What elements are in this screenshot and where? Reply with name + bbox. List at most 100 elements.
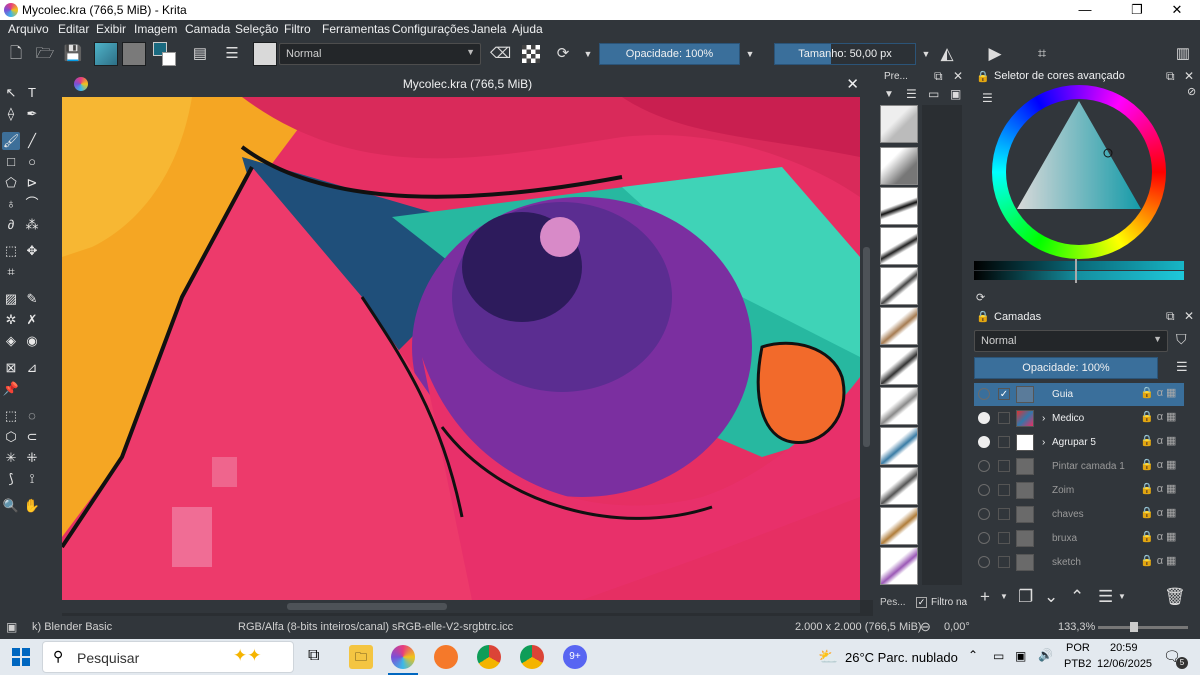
volume-icon[interactable]: 🔊 bbox=[1038, 648, 1053, 662]
edit-brush-settings-icon[interactable]: ▤ bbox=[190, 44, 210, 64]
layer-props-icons[interactable]: 🔒α▦ bbox=[1140, 530, 1179, 543]
multibrush-icon[interactable]: ⁂ bbox=[23, 216, 41, 234]
layer-props-icons[interactable]: 🔒α▦ bbox=[1140, 386, 1179, 399]
chevron-down-icon[interactable]: ▼ bbox=[1118, 592, 1126, 601]
zoom-tool-icon[interactable]: 🔍 bbox=[2, 497, 20, 515]
blend-mode-select[interactable]: Normal ▼ bbox=[279, 43, 481, 65]
crop-tool-icon[interactable]: ⌗ bbox=[2, 263, 20, 281]
contiguous-select-icon[interactable]: ✳ bbox=[2, 449, 20, 467]
layer-row[interactable]: chaves 🔒α▦ bbox=[974, 503, 1184, 526]
close-button[interactable]: ✕ bbox=[1154, 0, 1200, 20]
chevron-down-icon[interactable]: ▼ bbox=[884, 89, 894, 100]
minimize-button[interactable]: — bbox=[1062, 0, 1108, 20]
menu-filtro[interactable]: Filtro bbox=[284, 22, 311, 36]
move-layer-down-icon[interactable]: ⌄ bbox=[1044, 587, 1058, 607]
brush-preset-tile[interactable] bbox=[880, 347, 918, 385]
layer-row[interactable]: ✓ Guia 🔒α▦ bbox=[974, 383, 1184, 406]
visibility-icon[interactable] bbox=[978, 484, 990, 496]
visibility-icon[interactable] bbox=[978, 412, 990, 424]
layer-checkbox[interactable] bbox=[998, 412, 1010, 424]
polygon-select-icon[interactable]: ⬡ bbox=[2, 428, 20, 446]
brush-preset-tile[interactable] bbox=[880, 307, 918, 345]
scrollbar-thumb[interactable] bbox=[287, 603, 447, 610]
move-layer-up-icon[interactable]: ⌃ bbox=[1070, 587, 1084, 607]
menu-imagem[interactable]: Imagem bbox=[134, 22, 177, 36]
float-icon[interactable]: ⧉ bbox=[934, 69, 943, 84]
opacity-slider[interactable]: Opacidade: 100% bbox=[599, 43, 740, 65]
weather-icon[interactable]: ⛅ bbox=[818, 647, 838, 667]
color-gradient-strip[interactable] bbox=[974, 261, 1184, 270]
float-icon[interactable]: ⧉ bbox=[1166, 69, 1175, 84]
krita-taskbar-icon[interactable] bbox=[391, 645, 415, 669]
layer-row[interactable]: sketch 🔒α▦ bbox=[974, 551, 1184, 574]
blender-icon[interactable] bbox=[434, 645, 458, 669]
language-top[interactable]: POR bbox=[1066, 642, 1090, 654]
menu-exibir[interactable]: Exibir bbox=[96, 22, 126, 36]
drawing-canvas[interactable] bbox=[62, 97, 860, 600]
polygon-tool-icon[interactable]: ⬠ bbox=[2, 174, 20, 192]
visibility-icon[interactable] bbox=[978, 508, 990, 520]
layer-checkbox[interactable] bbox=[998, 556, 1010, 568]
color-picker-icon[interactable]: ✎ bbox=[23, 290, 41, 308]
menu-ajuda[interactable]: Ajuda bbox=[512, 22, 543, 36]
layer-blend-mode-select[interactable]: Normal ▼ bbox=[974, 330, 1168, 352]
file-explorer-icon[interactable]: 🗀 bbox=[349, 645, 373, 669]
line-tool-icon[interactable]: ╱ bbox=[23, 132, 41, 150]
layer-menu-icon[interactable]: ☰ bbox=[1176, 359, 1188, 375]
pattern-swatch[interactable] bbox=[122, 42, 146, 66]
layer-checkbox[interactable]: ✓ bbox=[998, 388, 1010, 400]
reset-icon[interactable]: ⊘ bbox=[1187, 85, 1196, 98]
ellipse-tool-icon[interactable]: ○ bbox=[23, 153, 41, 171]
layer-opacity-slider[interactable]: Opacidade: 100% bbox=[974, 357, 1158, 379]
smart-patch-icon[interactable]: ✲ bbox=[2, 311, 20, 329]
chevron-down-icon[interactable]: ▼ bbox=[740, 44, 760, 64]
close-icon[interactable]: ✕ bbox=[953, 69, 963, 83]
layer-props-icons[interactable]: 🔒α▦ bbox=[1140, 434, 1179, 447]
layer-row[interactable]: bruxa 🔒α▦ bbox=[974, 527, 1184, 550]
chevron-right-icon[interactable]: › bbox=[1042, 413, 1045, 424]
visibility-icon[interactable] bbox=[978, 436, 990, 448]
mirror-vertical-icon[interactable]: ▶ bbox=[985, 44, 1005, 64]
current-brush-preset[interactable] bbox=[253, 42, 277, 66]
edit-shapes-icon[interactable]: ⟠ bbox=[2, 105, 20, 123]
layer-props-icons[interactable]: 🔒α▦ bbox=[1140, 410, 1179, 423]
visibility-icon[interactable] bbox=[978, 388, 990, 400]
brush-presets-icon[interactable]: ☰ bbox=[222, 44, 242, 64]
workspace-icon[interactable]: ▥ bbox=[1173, 44, 1193, 64]
pan-tool-icon[interactable]: ✋ bbox=[23, 497, 41, 515]
duplicate-layer-icon[interactable]: ❐ bbox=[1018, 587, 1033, 607]
layer-props-icons[interactable]: 🔒α▦ bbox=[1140, 506, 1179, 519]
chevron-down-icon[interactable]: ▼ bbox=[916, 44, 936, 64]
menu-janela[interactable]: Janela bbox=[471, 22, 506, 36]
visibility-icon[interactable] bbox=[978, 460, 990, 472]
tag-icon[interactable]: ▭ bbox=[928, 87, 939, 101]
lock-icon[interactable]: 🔒 bbox=[976, 70, 990, 83]
colorize-mask-icon[interactable]: ✗ bbox=[23, 311, 41, 329]
new-document-icon[interactable]: 🗋 bbox=[6, 44, 26, 64]
brush-preset-tile[interactable] bbox=[880, 187, 918, 225]
freehand-brush-icon[interactable]: 🖌 bbox=[2, 132, 20, 150]
task-view-icon[interactable]: ⧉ bbox=[308, 647, 319, 665]
layer-properties-icon[interactable]: ☰ bbox=[1098, 587, 1113, 607]
vertical-scrollbar[interactable] bbox=[860, 97, 873, 600]
rotation-value[interactable]: 0,00° bbox=[944, 621, 970, 633]
rect-select-icon[interactable]: ⬚ bbox=[2, 407, 20, 425]
layer-checkbox[interactable] bbox=[998, 436, 1010, 448]
chevron-down-icon[interactable]: ▼ bbox=[1000, 592, 1008, 601]
chevron-down-icon[interactable]: ▼ bbox=[578, 44, 598, 64]
scrollbar-thumb[interactable] bbox=[863, 247, 870, 447]
lock-icon[interactable]: 🔒 bbox=[976, 310, 990, 323]
menu-ferramentas[interactable]: Ferramentas bbox=[322, 22, 390, 36]
filter-icon[interactable]: ⛉ bbox=[1176, 331, 1187, 348]
enclose-fill-icon[interactable]: ◉ bbox=[23, 332, 41, 350]
layer-row[interactable]: Pintar camada 1 🔒α▦ bbox=[974, 455, 1184, 478]
brush-preset-tile[interactable] bbox=[880, 507, 918, 545]
close-document-icon[interactable]: ✕ bbox=[846, 75, 859, 93]
preserve-alpha-icon[interactable] bbox=[522, 45, 540, 63]
gradient-tool-icon[interactable]: ▨ bbox=[2, 290, 20, 308]
layer-row[interactable]: › Medico 🔒α▦ bbox=[974, 407, 1184, 430]
layer-row[interactable]: › Agrupar 5 🔒α▦ bbox=[974, 431, 1184, 454]
layer-checkbox[interactable] bbox=[998, 460, 1010, 472]
monitor-icon[interactable]: ▣ bbox=[1015, 649, 1026, 663]
close-icon[interactable]: ✕ bbox=[1184, 69, 1194, 83]
